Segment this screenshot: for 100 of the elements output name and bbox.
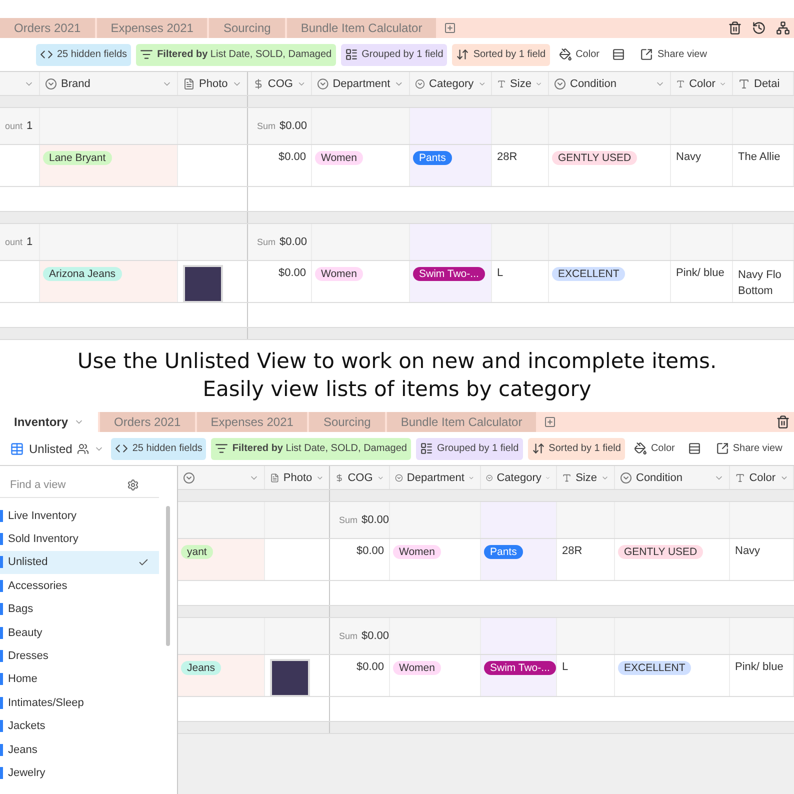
view-marker-icon bbox=[0, 673, 3, 686]
column-header[interactable]: Condition bbox=[549, 72, 671, 95]
tag: Arizona Jeans bbox=[43, 267, 122, 281]
count-label: ount bbox=[5, 237, 23, 247]
share-button[interactable]: Share view bbox=[712, 438, 786, 460]
column-header[interactable]: Department bbox=[390, 466, 481, 489]
view-marker-icon bbox=[0, 510, 3, 522]
column-header[interactable]: Condition bbox=[615, 466, 730, 489]
column-header[interactable]: Department bbox=[312, 72, 410, 95]
sum-label: Sum bbox=[257, 121, 276, 131]
cell-text: L bbox=[497, 267, 504, 279]
view-marker-icon bbox=[0, 603, 3, 616]
paint-bucket-icon bbox=[558, 48, 572, 61]
trash-icon[interactable] bbox=[728, 21, 742, 35]
text-icon bbox=[735, 472, 746, 484]
list-icon bbox=[344, 48, 358, 61]
cell-text: L bbox=[562, 661, 568, 673]
cell-text: Pink/ blue bbox=[676, 267, 724, 279]
group-button[interactable]: Grouped by 1 field bbox=[340, 44, 448, 66]
settings-icon[interactable] bbox=[127, 478, 139, 490]
photo-placeholder[interactable] bbox=[270, 659, 310, 696]
view-item[interactable]: Intimates/Sleep bbox=[0, 691, 160, 715]
tab[interactable]: Inventory bbox=[0, 412, 98, 432]
dropdown-icon bbox=[395, 472, 403, 484]
tag: yant bbox=[181, 545, 213, 559]
filter-button[interactable]: Filtered by List Date, SOLD, Damaged bbox=[136, 44, 336, 66]
view-marker-icon bbox=[0, 556, 3, 568]
column-header[interactable]: Color bbox=[730, 466, 794, 489]
add-tab-icon[interactable] bbox=[544, 416, 556, 428]
people-icon bbox=[77, 442, 90, 454]
view-item[interactable]: Live Inventory bbox=[0, 504, 160, 528]
view-marker-icon bbox=[0, 744, 3, 756]
view-item[interactable]: Jeans bbox=[0, 738, 160, 762]
column-header[interactable]: Photo bbox=[178, 72, 248, 95]
search-field[interactable]: Find a view bbox=[8, 478, 118, 492]
count-value: 1 bbox=[26, 120, 33, 132]
photo-placeholder[interactable] bbox=[183, 265, 223, 302]
view-item[interactable]: Accessories bbox=[0, 574, 160, 598]
column-header[interactable]: Size bbox=[557, 466, 615, 489]
view-marker-icon bbox=[0, 626, 3, 639]
external-link-icon bbox=[640, 48, 654, 61]
caption-text: Use the Unlisted View to work on new and incomplete items. bbox=[77, 349, 717, 373]
text-icon bbox=[562, 472, 572, 484]
color-button[interactable]: Color bbox=[630, 438, 679, 460]
text-icon bbox=[738, 78, 750, 90]
dollar-icon bbox=[253, 78, 264, 90]
hidden-button[interactable]: 25 hidden fields bbox=[111, 438, 206, 460]
sort-button[interactable]: Sorted by 1 field bbox=[452, 44, 550, 66]
view-marker-icon bbox=[0, 766, 3, 779]
view-item[interactable]: Beauty bbox=[0, 620, 160, 644]
column-header[interactable]: COG bbox=[330, 466, 390, 489]
share-button[interactable]: Share view bbox=[636, 44, 711, 66]
color-button[interactable]: Color bbox=[554, 44, 604, 66]
sum-label: Sum bbox=[257, 237, 276, 247]
cell-text: 28R bbox=[497, 151, 518, 163]
sum-value: $0.00 bbox=[362, 630, 389, 642]
code-icon bbox=[40, 48, 53, 61]
grid-icon bbox=[10, 442, 24, 456]
tag: GENTLY USED bbox=[552, 151, 638, 165]
view-marker-icon bbox=[0, 533, 3, 546]
tag: EXCELLENT bbox=[618, 661, 692, 675]
group-button[interactable]: Grouped by 1 field bbox=[416, 438, 523, 460]
hidden-button[interactable]: 25 hidden fields bbox=[36, 44, 132, 66]
hierarchy-icon[interactable] bbox=[776, 21, 790, 35]
text-icon bbox=[676, 78, 686, 90]
scrollbar[interactable] bbox=[166, 506, 170, 646]
history-icon[interactable] bbox=[752, 21, 766, 35]
view-item[interactable]: Dresses bbox=[0, 644, 160, 668]
column-header[interactable]: Photo bbox=[265, 466, 330, 489]
column-header[interactable]: Size bbox=[492, 72, 549, 95]
column-header[interactable]: COG bbox=[248, 72, 312, 95]
column-header[interactable]: Color bbox=[671, 72, 733, 95]
view-item[interactable]: Unlisted bbox=[0, 550, 160, 574]
rows-icon bbox=[612, 48, 626, 61]
view-item[interactable]: Jewelry bbox=[0, 761, 160, 785]
cell-text: $0.00 bbox=[356, 661, 384, 673]
filter-button[interactable]: Filtered by List Date, SOLD, Damaged bbox=[211, 438, 411, 460]
column-header[interactable]: Brand bbox=[40, 72, 178, 95]
column-header[interactable]: Category bbox=[410, 72, 492, 95]
view-marker-icon bbox=[0, 650, 3, 662]
cell-text: Navy bbox=[676, 151, 702, 163]
tag: GENTLY USED bbox=[618, 545, 704, 559]
count-label: ount bbox=[5, 121, 23, 131]
cell-text: 28R bbox=[562, 545, 582, 557]
sort-button[interactable]: Sorted by 1 field bbox=[528, 438, 625, 460]
add-tab-icon[interactable] bbox=[444, 22, 456, 34]
view-item[interactable]: Sold Inventory bbox=[0, 527, 160, 551]
view-item[interactable]: Bags bbox=[0, 598, 160, 621]
view-item[interactable]: Home bbox=[0, 668, 160, 692]
sort-icon bbox=[456, 48, 470, 61]
view-switcher[interactable]: Unlisted bbox=[8, 438, 106, 460]
trash-icon[interactable] bbox=[776, 415, 790, 429]
column-header[interactable]: Detai bbox=[733, 72, 794, 95]
column-header[interactable]: Category bbox=[481, 466, 557, 489]
caption-text: Easily view lists of items by category bbox=[202, 377, 592, 401]
filter-icon bbox=[215, 442, 228, 455]
view-item[interactable]: Jackets bbox=[0, 714, 160, 738]
sum-value: $0.00 bbox=[280, 120, 308, 132]
dropdown-icon bbox=[183, 472, 195, 484]
dropdown-icon bbox=[317, 78, 329, 90]
